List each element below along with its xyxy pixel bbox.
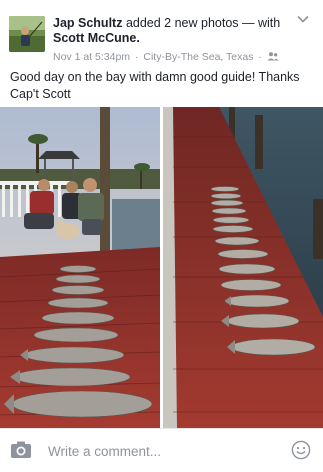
post-photo-fish-lineup[interactable] [163,107,323,428]
post-timestamp[interactable]: Nov 1 at 5:34pm [53,51,130,63]
comment-input[interactable] [48,442,278,460]
meta-separator: · [134,51,139,63]
tagged-person[interactable]: Scott McCune. [53,31,140,45]
post-meta: Nov 1 at 5:34pm · City-By-The Sea, Texas… [53,51,279,63]
smiley-icon[interactable] [291,440,311,460]
post-options-chevron-icon[interactable] [296,14,310,24]
friends-icon[interactable] [267,52,279,61]
post-location[interactable]: City-By-The Sea, Texas [143,51,253,63]
meta-separator-2: · [258,51,262,63]
camera-icon[interactable] [10,440,32,459]
post-photo-group[interactable] [0,107,160,428]
author-name[interactable]: Jap Schultz [53,16,122,30]
post-text: Good day on the bay with damn good guide… [10,70,300,101]
facebook-post: Jap Schultz added 2 new photos — with Sc… [0,0,323,472]
comment-bar-divider [0,428,323,429]
post-action: added 2 new photos — with [125,16,281,30]
author-avatar[interactable] [9,16,45,52]
post-header: Jap Schultz added 2 new photos — with Sc… [53,16,293,46]
